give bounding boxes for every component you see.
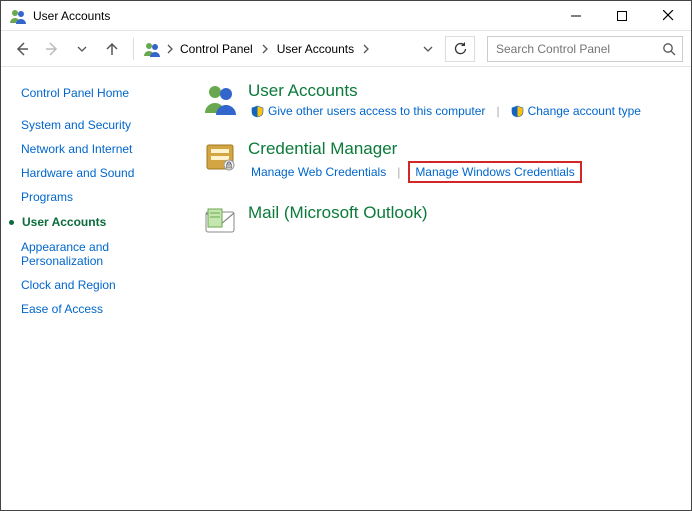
search-input[interactable]: [494, 41, 662, 57]
content-area: User Accounts Give other users access to…: [196, 67, 691, 510]
current-marker-icon: [9, 220, 14, 225]
breadcrumb: Control Panel User Accounts: [178, 39, 410, 59]
chevron-right-icon[interactable]: [166, 44, 174, 54]
sidebar-control-panel-home[interactable]: Control Panel Home: [21, 81, 190, 105]
window-title: User Accounts: [33, 9, 110, 23]
user-accounts-icon: [9, 7, 27, 25]
sidebar-item-network-internet[interactable]: Network and Internet: [21, 137, 190, 161]
divider: |: [397, 165, 400, 179]
address-dropdown-button[interactable]: [414, 36, 442, 62]
sidebar-item-ease-of-access[interactable]: Ease of Access: [21, 297, 190, 321]
category-user-accounts: User Accounts Give other users access to…: [202, 81, 681, 119]
search-icon[interactable]: [662, 42, 676, 56]
sidebar: Control Panel Home System and Security N…: [1, 67, 196, 510]
link-change-account-type[interactable]: Change account type: [508, 103, 644, 119]
back-button[interactable]: [9, 36, 35, 62]
chevron-right-icon[interactable]: [259, 44, 271, 54]
category-title-credential-manager[interactable]: Credential Manager: [248, 139, 582, 159]
forward-button[interactable]: [39, 36, 65, 62]
divider: |: [496, 104, 499, 118]
search-box[interactable]: [487, 36, 683, 62]
link-label: Give other users access to this computer: [268, 104, 485, 118]
shield-icon: [251, 105, 264, 118]
close-button[interactable]: [645, 1, 691, 31]
shield-icon: [511, 105, 524, 118]
crumb-control-panel[interactable]: Control Panel: [178, 39, 255, 59]
sidebar-item-clock-region[interactable]: Clock and Region: [21, 273, 190, 297]
user-accounts-category-icon: [202, 81, 238, 117]
sidebar-item-appearance-personalization[interactable]: Appearance and Personalization: [21, 235, 151, 273]
sidebar-item-user-accounts[interactable]: User Accounts: [21, 209, 190, 235]
sidebar-item-programs[interactable]: Programs: [21, 185, 190, 209]
chevron-right-icon[interactable]: [360, 44, 372, 54]
toolbar: Control Panel User Accounts: [1, 31, 691, 67]
recent-locations-button[interactable]: [69, 36, 95, 62]
minimize-button[interactable]: [553, 1, 599, 31]
sidebar-item-hardware-sound[interactable]: Hardware and Sound: [21, 161, 190, 185]
maximize-button[interactable]: [599, 1, 645, 31]
credential-manager-icon: [202, 139, 238, 175]
category-mail: Mail (Microsoft Outlook): [202, 203, 681, 239]
link-manage-windows-credentials[interactable]: Manage Windows Credentials: [408, 161, 581, 183]
up-button[interactable]: [99, 36, 125, 62]
category-title-mail[interactable]: Mail (Microsoft Outlook): [248, 203, 427, 223]
divider: [133, 38, 134, 60]
crumb-user-accounts[interactable]: User Accounts: [275, 39, 356, 59]
category-title-user-accounts[interactable]: User Accounts: [248, 81, 644, 101]
addressbar-icon: [142, 39, 162, 59]
sidebar-current-label: User Accounts: [22, 215, 106, 229]
mail-icon: [202, 203, 238, 239]
sidebar-item-system-security[interactable]: System and Security: [21, 113, 190, 137]
link-label: Change account type: [528, 104, 641, 118]
link-give-access[interactable]: Give other users access to this computer: [248, 103, 488, 119]
refresh-button[interactable]: [445, 36, 475, 62]
titlebar: User Accounts: [1, 1, 691, 31]
link-manage-web-credentials[interactable]: Manage Web Credentials: [248, 164, 389, 180]
category-credential-manager: Credential Manager Manage Web Credential…: [202, 139, 681, 183]
